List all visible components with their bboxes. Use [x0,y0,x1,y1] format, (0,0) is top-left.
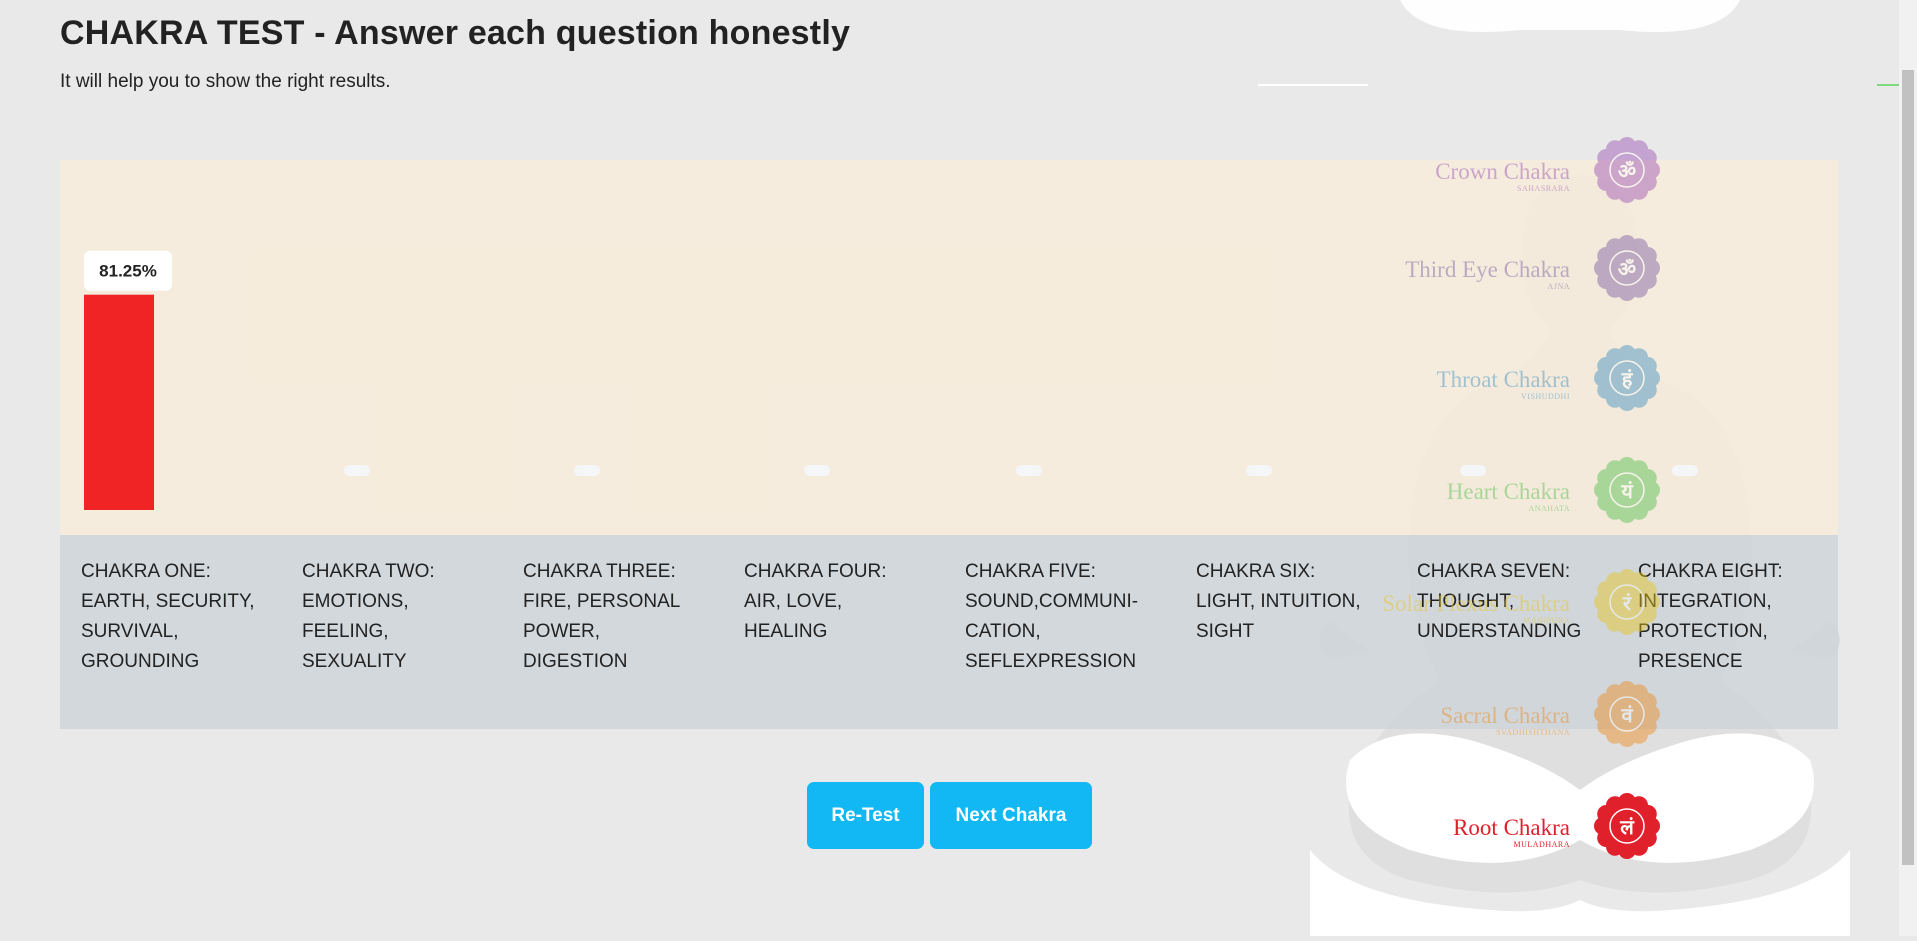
bar-6-empty-marker [1246,465,1272,476]
bar-7-empty-marker [1460,465,1486,476]
svg-text:रं: रं [1622,591,1632,615]
bar-chart: 81.25% [84,250,1698,510]
page-title: CHAKRA TEST - Answer each question hones… [60,14,851,52]
category-label-2: CHAKRA TWO: EMOTIONS, FEELING, SEXUALITY [302,561,435,672]
lotus-icon: लं [1594,793,1660,859]
scrollbar[interactable] [1899,0,1917,936]
scrollbar-thumb[interactable] [1902,70,1914,865]
decorative-divider [1258,84,1368,86]
bar-4-empty-marker [804,465,830,476]
lotus-icon: ॐ [1594,137,1660,203]
decorative-divider [1877,84,1899,86]
svg-text:लं: लं [1619,815,1635,839]
chakra-name: Throat Chakra VISHUDDHI [1436,367,1570,402]
svg-text:हं: हं [1621,367,1634,391]
data-label-text: 81.25% [99,262,157,281]
chakra-name: Crown Chakra SAHASRARA [1435,159,1570,194]
svg-text:ॐ: ॐ [1618,257,1636,281]
lotus-icon: यं [1594,457,1660,523]
chakra-name: Sacral Chakra SVADHISHTHANA [1440,703,1570,738]
data-label-1: 81.25% [84,250,172,291]
svg-text:ॐ: ॐ [1618,159,1636,183]
chakra-name: Third Eye Chakra AJNA [1405,257,1570,292]
category-label-5: CHAKRA FIVE: SOUND,COMMUNI- CATION, SEFL… [965,561,1139,672]
page-subtitle: It will help you to show the right resul… [60,71,391,92]
category-label-8: CHAKRA EIGHT: INTEGRATION, PROTECTION, P… [1638,561,1783,672]
svg-text:वं: वं [1620,703,1633,727]
category-labels: CHAKRA ONE: EARTH, SECURITY, SURVIVAL, G… [60,535,1838,729]
chart-area: 81.25% [60,160,1838,535]
chakra-name: Heart Chakra ANAHATA [1446,479,1570,514]
bar-5-empty-marker [1016,465,1042,476]
retest-button[interactable]: Re-Test [807,782,924,849]
chakra-name: Solar Plexus Chakra MANIPURA [1382,591,1570,626]
svg-text:यं: यं [1620,479,1634,503]
next-chakra-button[interactable]: Next Chakra [930,782,1092,849]
bar-1 [84,294,154,510]
lotus-icon: वं [1594,681,1660,747]
lotus-icon: हं [1594,345,1660,411]
category-label-4: CHAKRA FOUR: AIR, LOVE, HEALING [744,561,887,642]
lotus-icon: रं [1594,569,1660,635]
chakra-name: Root Chakra MULADHARA [1453,815,1570,850]
category-label-3: CHAKRA THREE: FIRE, PERSONAL POWER, DIGE… [523,561,681,672]
bar-2-empty-marker [344,465,370,476]
category-label-1: CHAKRA ONE: EARTH, SECURITY, SURVIVAL, G… [81,561,255,672]
bar-3-empty-marker [574,465,600,476]
bar-8-empty-marker [1672,465,1698,476]
lotus-icon: ॐ [1594,235,1660,301]
